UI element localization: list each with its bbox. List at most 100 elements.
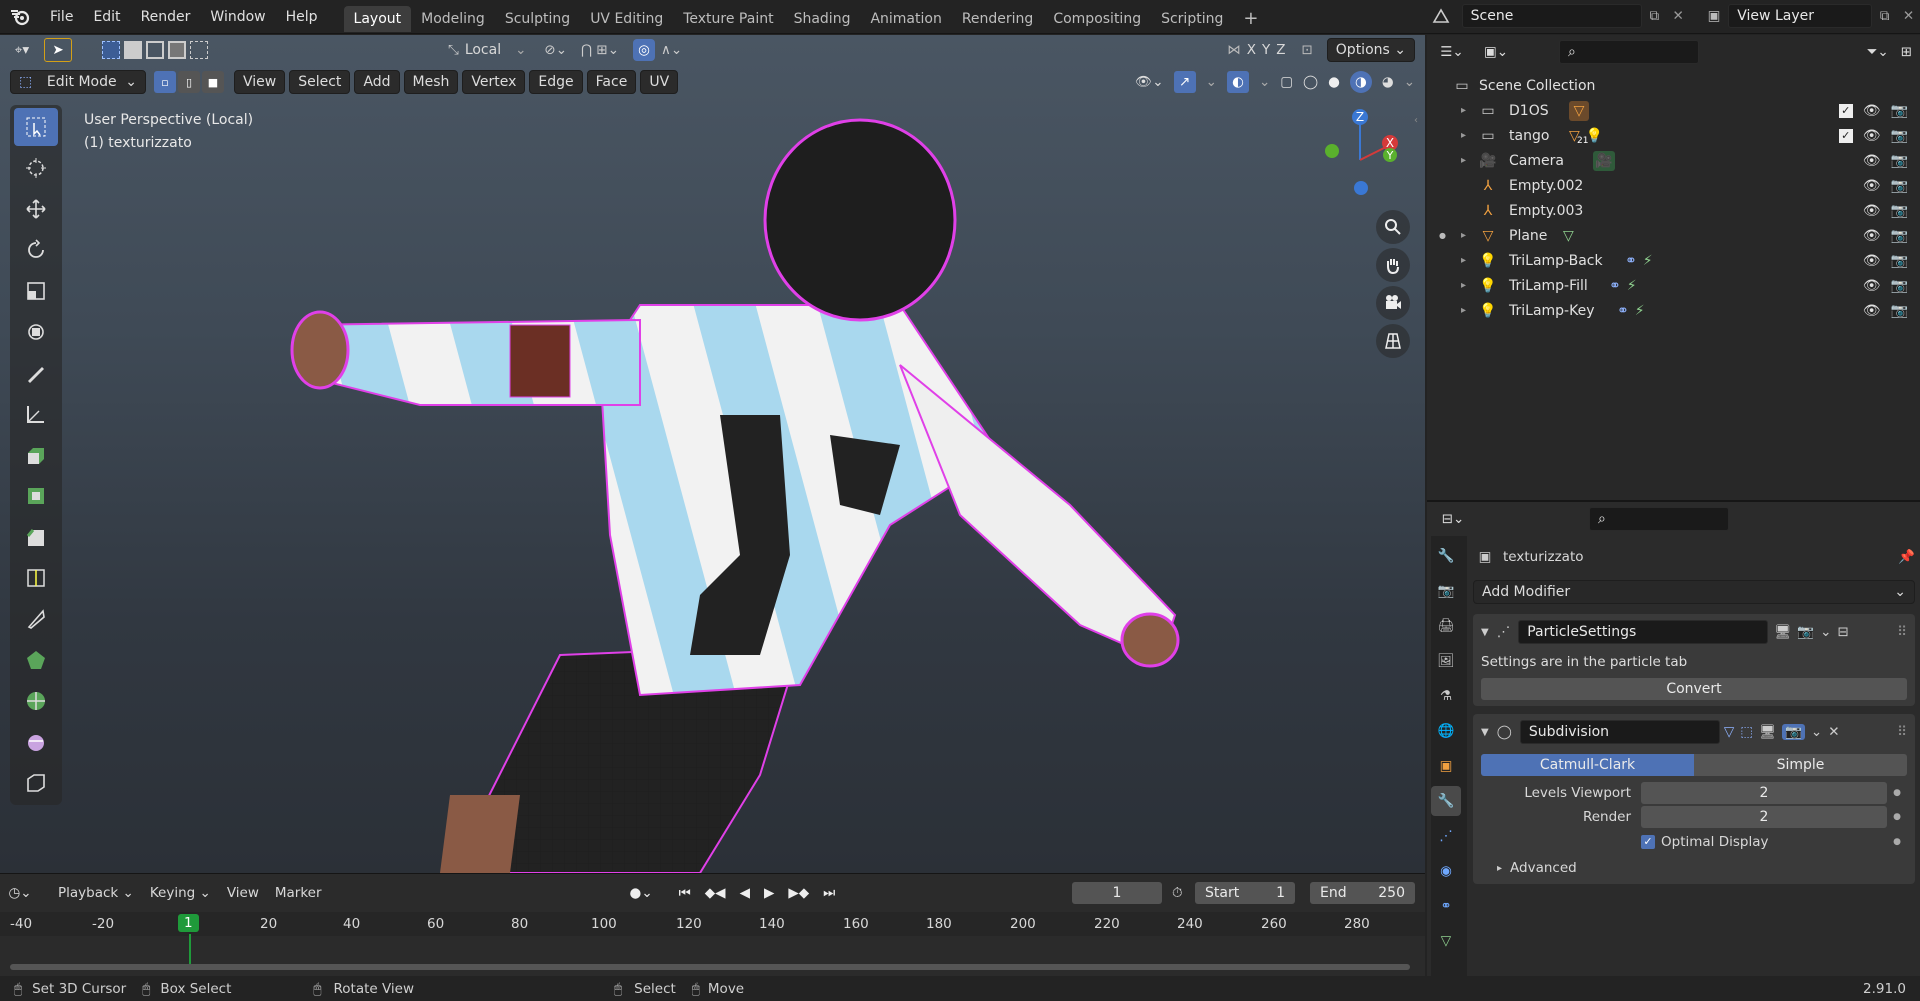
on-cage-icon[interactable]: ⬚ — [1740, 724, 1753, 740]
outliner-item-empty-002[interactable]: ⅄ Empty.002 👁 📷 — [1427, 173, 1920, 198]
expand-arrow-icon[interactable]: ▸ — [1461, 255, 1479, 266]
keyframe-dot-icon[interactable]: ● — [1887, 812, 1907, 822]
collapse-arrow-icon[interactable]: ▼ — [1481, 727, 1489, 738]
viewport-display-icon[interactable]: 🖥 — [1759, 724, 1776, 740]
pan-hand-icon[interactable] — [1376, 248, 1410, 282]
tab-texture-paint[interactable]: Texture Paint — [673, 6, 783, 32]
outliner-item-trilamp-back[interactable]: ▸ 💡 TriLamp-Back ⚭ ⚡ 👁 📷 — [1427, 248, 1920, 273]
world-tab-icon[interactable]: 🌐 — [1431, 716, 1461, 746]
menu-timeline-view[interactable]: View — [219, 885, 267, 901]
menu-playback[interactable]: Playback ⌄ — [50, 885, 142, 901]
view-layer-field[interactable]: View Layer — [1728, 4, 1873, 28]
frame-ruler[interactable]: -40 -20 1 20 40 60 80 100 120 140 160 18… — [0, 912, 1425, 936]
render-camera-icon[interactable]: 📷 — [1891, 153, 1908, 169]
menu-render[interactable]: Render — [131, 0, 201, 34]
outliner-item-camera[interactable]: ▸ 🎥 Camera 🎥 👁 📷 — [1427, 148, 1920, 173]
add-workspace-icon[interactable]: + — [1233, 6, 1268, 32]
navigation-gizmo[interactable]: Z X Y — [1320, 105, 1410, 195]
display-mode-icon[interactable]: ▣⌄ — [1479, 44, 1513, 60]
start-frame-field[interactable]: Start 1 — [1195, 882, 1295, 904]
modifier-tab-icon[interactable]: 🔧 — [1431, 786, 1461, 816]
exclude-checkbox[interactable]: ✓ — [1838, 128, 1853, 143]
outliner-search-input[interactable]: ⌕ — [1559, 40, 1699, 64]
exclude-checkbox[interactable]: ✓ — [1838, 103, 1853, 118]
menu-window[interactable]: Window — [200, 0, 275, 34]
next-keyframe-icon[interactable]: ▶◆ — [788, 885, 809, 901]
levels-viewport-field[interactable]: 2 — [1641, 782, 1887, 804]
current-frame-marker[interactable]: 1 — [178, 914, 199, 932]
outliner-item-plane[interactable]: ● ▸ ▽ Plane ▽ 👁 📷 — [1427, 223, 1920, 248]
catmull-clark-button[interactable]: Catmull-Clark — [1481, 754, 1694, 776]
render-toggle-icon[interactable]: 📷 — [1797, 624, 1814, 640]
tab-animation[interactable]: Animation — [860, 6, 951, 32]
timer-icon[interactable]: ⏱ — [1172, 885, 1183, 901]
gizmo-neg-z-icon[interactable] — [1354, 181, 1368, 195]
menu-marker[interactable]: Marker — [267, 885, 330, 901]
scene-tab-icon[interactable]: ⚗ — [1431, 681, 1461, 711]
gizmo-neg-y-icon[interactable] — [1325, 144, 1339, 158]
subdivision-modifier-name[interactable]: Subdivision — [1519, 720, 1720, 744]
data-tab-icon[interactable]: ▽ — [1431, 926, 1461, 956]
pin-icon[interactable]: 📌 — [1898, 549, 1915, 565]
scene-icon[interactable] — [1427, 8, 1456, 24]
view-layer-tab-icon[interactable]: 🖼 — [1431, 646, 1461, 676]
filter-icon[interactable]: ⏷⌄ — [1867, 44, 1889, 60]
viewport-display-icon[interactable]: 🖥 — [1774, 624, 1791, 640]
outliner-item-trilamp-fill[interactable]: ▸ 💡 TriLamp-Fill ⚭ ⚡ 👁 📷 — [1427, 273, 1920, 298]
tab-shading[interactable]: Shading — [784, 6, 861, 32]
tab-modeling[interactable]: Modeling — [411, 6, 495, 32]
eye-icon[interactable]: 👁 — [1863, 278, 1881, 294]
render-camera-icon[interactable]: 📷 — [1891, 178, 1908, 194]
toggle-icon[interactable]: ⊟ — [1837, 624, 1848, 640]
new-collection-icon[interactable]: ⊞ — [1901, 44, 1912, 60]
menu-file[interactable]: File — [40, 0, 83, 34]
jump-end-icon[interactable]: ⏭ — [823, 885, 835, 901]
drag-handle-icon[interactable]: ⠿ — [1897, 624, 1907, 640]
particle-modifier-name[interactable]: ParticleSettings — [1518, 620, 1769, 644]
render-camera-icon[interactable]: 📷 — [1891, 128, 1908, 144]
outliner-item-trilamp-key[interactable]: ▸ 💡 TriLamp-Key ⚭ ⚡ 👁 📷 — [1427, 298, 1920, 323]
keyframe-dot-icon[interactable]: ● — [1887, 788, 1907, 798]
expand-arrow-icon[interactable]: ▸ — [1461, 230, 1479, 241]
blender-logo-icon[interactable] — [0, 0, 40, 34]
perspective-grid-icon[interactable] — [1376, 324, 1410, 358]
outliner-editor-icon[interactable]: ☰⌄ — [1435, 44, 1469, 60]
edit-mode-toggle-icon[interactable]: ▽ — [1724, 724, 1734, 740]
render-levels-field[interactable]: 2 — [1641, 806, 1887, 828]
eye-icon[interactable]: 👁 — [1863, 203, 1881, 219]
zoom-icon[interactable] — [1376, 210, 1410, 244]
keyframe-dot-icon[interactable]: ● — [1887, 837, 1907, 847]
simple-button[interactable]: Simple — [1694, 754, 1907, 776]
eye-icon[interactable]: 👁 — [1863, 228, 1881, 244]
render-camera-icon[interactable]: 📷 — [1891, 253, 1908, 269]
timeline-scrollbar[interactable] — [10, 964, 1410, 970]
record-icon[interactable]: ●⌄ — [630, 885, 653, 901]
tab-scripting[interactable]: Scripting — [1151, 6, 1233, 32]
physics-tab-icon[interactable]: ◉ — [1431, 856, 1461, 886]
end-frame-field[interactable]: End 250 — [1310, 882, 1415, 904]
eye-icon[interactable]: 👁 — [1863, 253, 1881, 269]
expand-arrow-icon[interactable]: ▸ — [1461, 155, 1479, 166]
play-reverse-icon[interactable]: ◀ — [740, 885, 750, 901]
object-tab-icon[interactable]: ▣ — [1431, 751, 1461, 781]
eye-icon[interactable]: 👁 — [1863, 178, 1881, 194]
sidebar-toggle-icon[interactable]: ‹ — [1414, 115, 1418, 126]
tab-compositing[interactable]: Compositing — [1043, 6, 1151, 32]
expand-arrow-icon[interactable]: ▸ — [1461, 280, 1479, 291]
scene-name-field[interactable]: Scene — [1461, 4, 1642, 28]
output-tab-icon[interactable]: 🖨 — [1431, 611, 1461, 641]
chevron-down-icon[interactable]: ⌄ — [1811, 724, 1822, 740]
expand-arrow-icon[interactable]: ▸ — [1461, 130, 1479, 141]
tool-tab-icon[interactable]: 🔧 — [1431, 541, 1461, 571]
eye-icon[interactable]: 👁 — [1863, 103, 1881, 119]
play-icon[interactable]: ▶ — [764, 885, 774, 901]
eye-icon[interactable]: 👁 — [1863, 128, 1881, 144]
close-icon[interactable]: ✕ — [1828, 724, 1839, 740]
outliner-item-empty-003[interactable]: ⅄ Empty.003 👁 📷 — [1427, 198, 1920, 223]
tab-sculpting[interactable]: Sculpting — [495, 6, 580, 32]
collapse-arrow-icon[interactable]: ▼ — [1481, 627, 1489, 638]
new-scene-icon[interactable]: ⧉ — [1642, 8, 1667, 24]
optimal-display-checkbox[interactable]: ✓ — [1641, 835, 1655, 849]
eye-icon[interactable]: 👁 — [1863, 303, 1881, 319]
constraints-tab-icon[interactable]: ⚭ — [1431, 891, 1461, 921]
